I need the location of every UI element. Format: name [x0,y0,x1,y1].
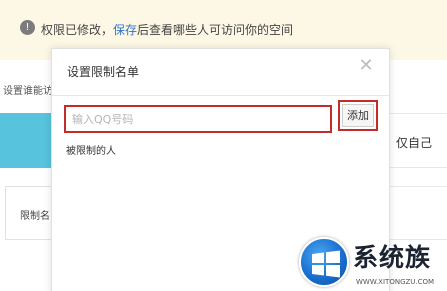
info-icon: ! [20,20,35,35]
page: ! 权限已修改，保存后查看哪些人可访问你的空间 设置谁能访 仅自己 限制名 设置… [0,0,447,291]
windows-logo-icon [299,237,349,287]
dialog-divider [52,95,389,96]
section-label: 设置谁能访 [3,86,53,97]
restrict-list-label[interactable]: 限制名 [20,207,50,222]
close-icon[interactable]: ✕ [358,57,374,75]
add-button-highlight: 添加 [338,100,378,131]
watermark-url: WWW.XITONGZU.COM [356,278,435,286]
watermark-logo: 系统族 WWW.XITONGZU.COM [296,234,447,291]
only-me-option[interactable]: 仅自己 [396,134,432,151]
qq-number-input[interactable] [66,107,330,131]
restricted-people-label: 被限制的人 [66,146,116,157]
watermark-brand: 系统族 [353,243,432,272]
notice-suffix: 后查看哪些人可访问你的空间 [137,23,294,37]
notice-text: 权限已修改，保存后查看哪些人可访问你的空间 [41,21,293,38]
dialog-title: 设置限制名单 [67,65,140,79]
restrict-row [386,186,447,240]
qq-input-highlight [64,105,332,133]
add-button[interactable]: 添加 [342,104,374,127]
notice-prefix: 权限已修改， [41,23,114,37]
option-card-accent [0,113,55,168]
save-link[interactable]: 保存 [113,23,137,37]
